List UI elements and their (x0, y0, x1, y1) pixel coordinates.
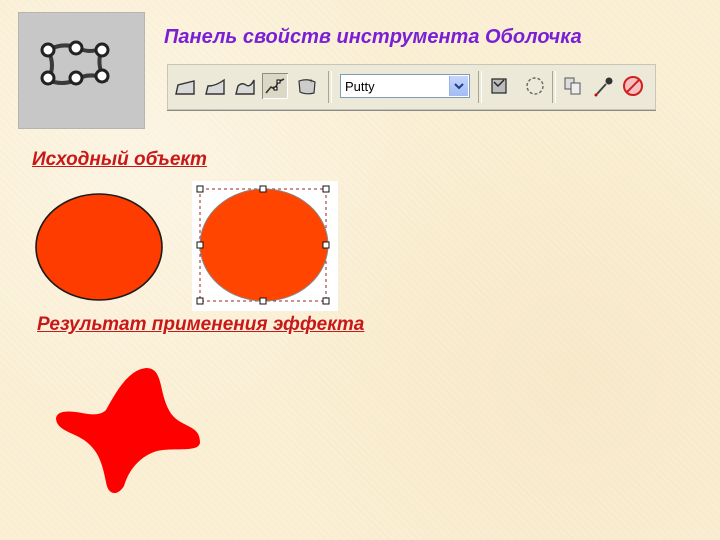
clear-envelope-icon[interactable] (620, 73, 646, 99)
toolbar-separator (328, 71, 332, 103)
page-title: Панель свойств инструмента Оболочка (164, 26, 582, 48)
preset-select[interactable]: Putty (340, 74, 470, 98)
mapping-mode-icon[interactable] (522, 73, 548, 99)
envelope-straight-line-mode-icon[interactable] (172, 73, 198, 99)
source-object-heading: Исходный объект (32, 149, 207, 170)
result-heading: Результат применения эффекта (37, 314, 365, 335)
envelope-property-bar: + Putty (167, 64, 656, 110)
toolbar-separator (552, 71, 556, 103)
result-envelope-shape (56, 368, 200, 494)
original-ellipse (35, 193, 163, 301)
envelope-tool-icon (18, 12, 145, 129)
envelope-single-arc-mode-icon[interactable] (202, 73, 228, 99)
envelope-double-arc-mode-icon[interactable] (232, 73, 258, 99)
preset-select-value: Putty (345, 79, 375, 94)
eyedropper-icon[interactable] (590, 73, 616, 99)
create-envelope-from-icon[interactable] (486, 73, 512, 99)
chevron-down-icon[interactable] (449, 76, 468, 96)
envelope-unconstrained-mode-icon[interactable] (262, 73, 288, 99)
toolbar-separator (478, 71, 482, 103)
svg-text:+: + (309, 78, 313, 85)
add-new-envelope-icon[interactable]: + (294, 73, 320, 99)
copy-envelope-properties-icon[interactable] (560, 73, 586, 99)
selected-ellipse-with-envelope[interactable] (192, 181, 338, 311)
